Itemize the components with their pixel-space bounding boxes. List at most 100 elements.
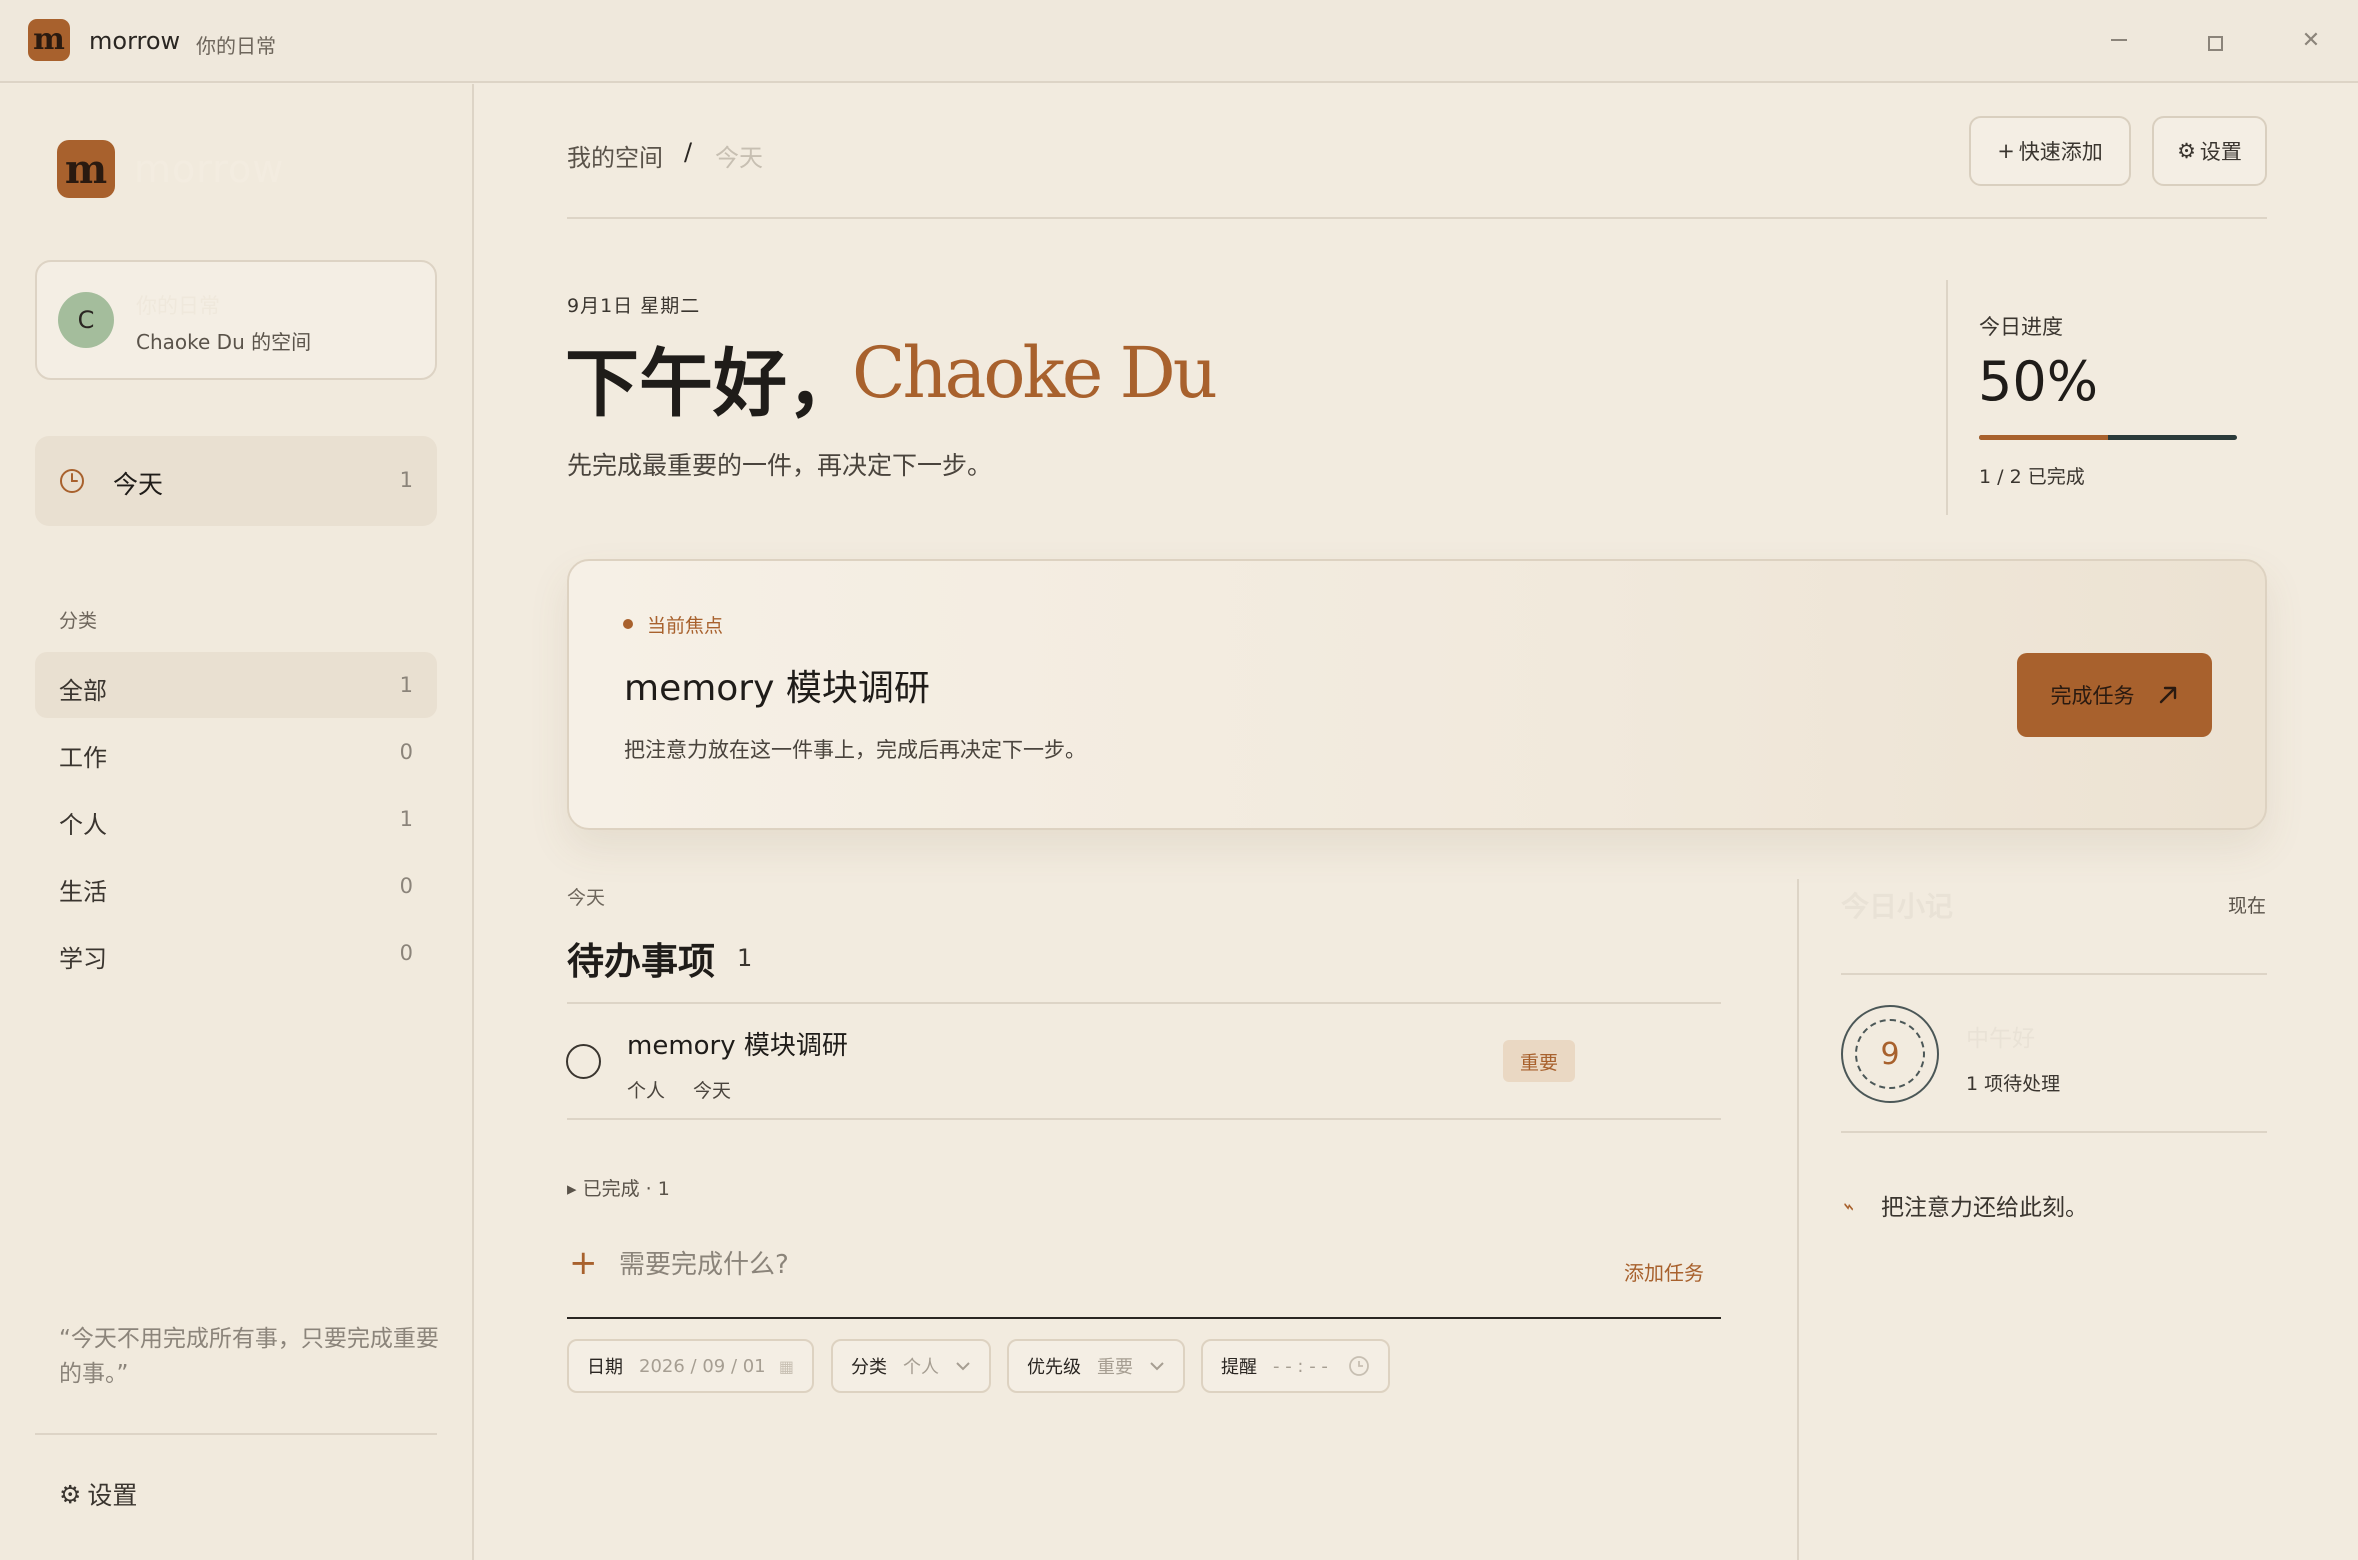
reminder-value: - - : - - [1273, 1355, 1328, 1377]
notes-message: 把注意力还给此刻。 [1881, 1195, 2088, 1221]
category-count: 0 [399, 740, 413, 764]
sidebar-item-all[interactable]: 全部 1 [35, 652, 437, 718]
category-select[interactable]: 分类 个人 [831, 1339, 991, 1393]
sidebar: m morrow C 你的日常 Chaoke Du 的空间 今天 1 分类 全部… [0, 84, 474, 1560]
sidebar-quote: “今天不用完成所有事，只要完成重要的事。” [59, 1326, 439, 1387]
plus-icon: + [569, 1243, 598, 1283]
plus-icon: + [1997, 139, 2015, 163]
focus-description: 把注意力放在这一件事上，完成后再决定下一步。 [624, 738, 1086, 762]
task-name[interactable]: memory 模块调研 [627, 1025, 848, 1062]
clock-icon [60, 469, 84, 493]
app-logo: m [28, 19, 70, 61]
sidebar-item-work[interactable]: 工作 0 [35, 719, 437, 785]
sidebar-divider [35, 1433, 437, 1435]
sidebar-logo: m [57, 140, 115, 198]
category-label: 全部 [59, 677, 107, 705]
task-due: 今天 [693, 1080, 732, 1102]
main-content: 我的空间 / 今天 + 快速添加 ⚙ 设置 9月1日 星期二 下午好， Chao… [476, 84, 2358, 1560]
notes-greeting: 中午好 [1966, 1026, 2035, 1052]
settings-label: 设置 [2199, 140, 2242, 164]
sidebar-item-study[interactable]: 学习 0 [35, 920, 437, 986]
notes-pending: 1 项待处理 [1966, 1073, 2061, 1095]
todo-title: 待办事项 [567, 940, 715, 983]
completed-toggle[interactable]: ▸ 已完成 · 1 [567, 1174, 670, 1201]
minimize-button[interactable] [2099, 20, 2139, 60]
new-task-input[interactable] [619, 1244, 1499, 1286]
profile-card[interactable]: C 你的日常 Chaoke Du 的空间 [35, 260, 437, 380]
caret-right-icon: ▸ [567, 1178, 577, 1200]
sidebar-settings-button[interactable]: ⚙ 设置 [59, 1476, 137, 1512]
profile-title: 你的日常 [136, 294, 220, 318]
add-task-button[interactable]: 添加任务 [1624, 1257, 1704, 1286]
notes-separator [1841, 1131, 2267, 1133]
avatar: C [58, 292, 114, 348]
priority-badge: 重要 [1503, 1040, 1575, 1082]
sidebar-item-personal[interactable]: 个人 1 [35, 786, 437, 852]
profile-subtitle: Chaoke Du 的空间 [136, 330, 312, 354]
notes-separator [1841, 973, 2267, 975]
task-checkbox[interactable] [566, 1044, 601, 1079]
focus-tag: 当前焦点 [647, 615, 724, 637]
notes-title: 今日小记 [1841, 890, 1954, 923]
completed-label: 已完成 · 1 [582, 1178, 670, 1200]
notes-time: 现在 [2228, 895, 2267, 917]
category-count: 0 [399, 941, 413, 965]
maximize-button[interactable] [2195, 20, 2235, 60]
focus-card: 当前焦点 memory 模块调研 把注意力放在这一件事上，完成后再决定下一步。 … [567, 559, 2267, 830]
sidebar-brand: morrow [134, 147, 285, 191]
clock-icon [1349, 1356, 1369, 1376]
greeting: 下午好， [565, 341, 861, 427]
date-value: 2026 / 09 / 01 [639, 1355, 766, 1377]
category-count: 0 [399, 874, 413, 898]
breadcrumb-separator: / [684, 138, 693, 166]
category-key: 分类 [851, 1357, 887, 1378]
progress-label: 今日进度 [1979, 315, 2063, 339]
notes-divider [1797, 879, 1799, 1560]
complete-task-button[interactable]: 完成任务 [2017, 653, 2212, 737]
quick-add-button[interactable]: + 快速添加 [1969, 116, 2131, 186]
todo-divider [567, 1118, 1721, 1120]
category-label: 学习 [59, 945, 107, 973]
current-date: 9月1日 星期二 [567, 295, 701, 317]
sidebar-item-life[interactable]: 生活 0 [35, 853, 437, 919]
category-label: 生活 [59, 878, 107, 906]
date-picker[interactable]: 日期 2026 / 09 / 01 ▦ [567, 1339, 814, 1393]
todo-divider [567, 1002, 1721, 1004]
sidebar-item-count: 1 [399, 468, 413, 492]
reminder-picker[interactable]: 提醒 - - : - - [1201, 1339, 1390, 1393]
chevron-down-icon [1150, 1362, 1164, 1371]
priority-key: 优先级 [1027, 1357, 1081, 1378]
minimize-icon [2111, 39, 2127, 41]
todo-count: 1 [737, 944, 753, 972]
progress-fill [1979, 435, 2108, 440]
gear-icon: ⚙ [59, 1479, 82, 1509]
gear-icon: ⚙ [2177, 139, 2196, 163]
priority-select[interactable]: 优先级 重要 [1007, 1339, 1185, 1393]
arrow-up-right-icon [2159, 686, 2176, 704]
maximize-icon [2207, 35, 2223, 51]
progress-count: 1 / 2 已完成 [1979, 466, 2085, 488]
title-bar: m morrow 你的日常 ✕ [0, 0, 2358, 83]
categories-heading: 分类 [59, 610, 98, 632]
sidebar-item-label: 今天 [113, 470, 164, 499]
progress-value: 50% [1978, 350, 2099, 413]
category-value: 个人 [903, 1357, 939, 1378]
complete-task-label: 完成任务 [2050, 684, 2135, 708]
header-divider [567, 217, 2267, 219]
category-count: 1 [399, 673, 413, 697]
spark-icon: ⌁ [1839, 1192, 1859, 1220]
header-settings-button[interactable]: ⚙ 设置 [2152, 116, 2267, 186]
close-button[interactable]: ✕ [2291, 20, 2331, 60]
breadcrumb-home[interactable]: 我的空间 [567, 138, 663, 173]
user-name: Chaoke Du [852, 332, 1218, 414]
calendar-icon: ▦ [778, 1356, 794, 1376]
priority-value: 重要 [1097, 1357, 1133, 1378]
settings-label: 设置 [87, 1481, 138, 1510]
task-category: 个人 [627, 1080, 666, 1102]
focus-title: memory 模块调研 [624, 668, 930, 709]
quick-add-label: 快速添加 [2018, 140, 2103, 164]
close-icon: ✕ [2301, 27, 2321, 53]
day-ring: 9 [1841, 1005, 1939, 1103]
category-label: 工作 [59, 744, 107, 772]
sidebar-item-today[interactable]: 今天 1 [35, 436, 437, 526]
